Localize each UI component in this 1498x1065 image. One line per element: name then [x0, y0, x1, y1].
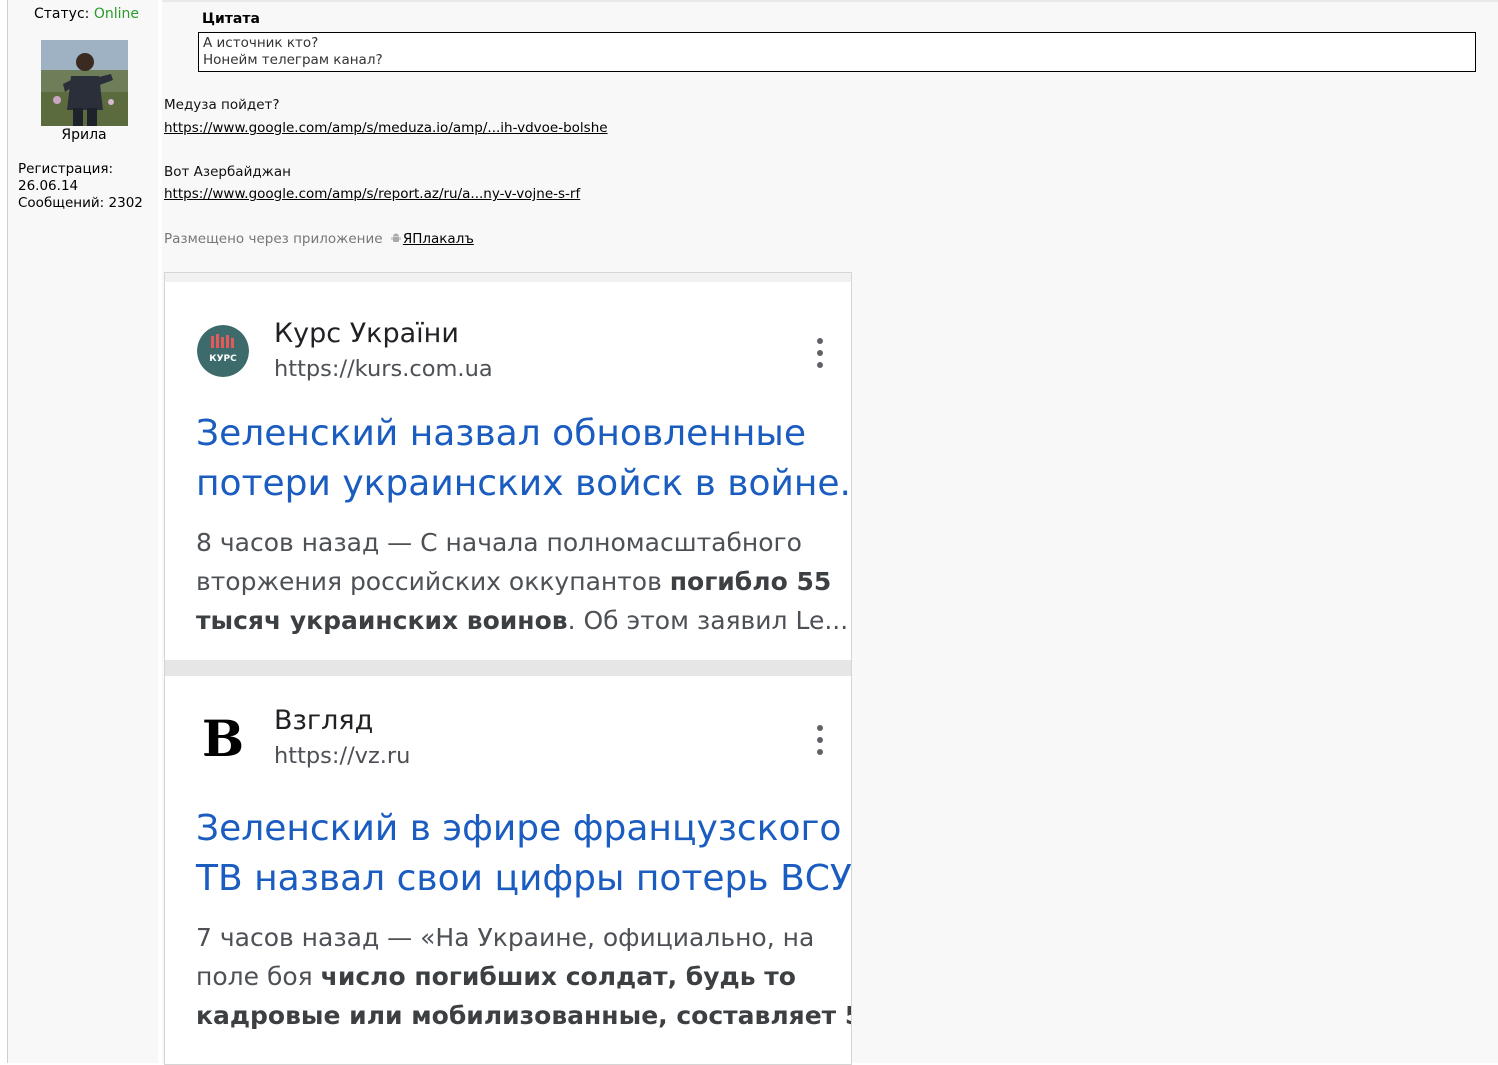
more-vert-icon	[815, 338, 825, 368]
username[interactable]: Ярила	[8, 127, 160, 143]
attached-screenshot[interactable]: КУРС Курс України https://kurs.com.ua Зе…	[164, 272, 852, 1065]
quote-line: А источник кто?	[203, 35, 319, 51]
search-result-card: КУРС Курс України https://kurs.com.ua Зе…	[165, 282, 851, 660]
post-text: Вот Азербайджан	[164, 164, 291, 180]
snippet-line: 8 часов назад — С начала полномасштабног…	[196, 528, 802, 557]
snippet-bold: погибло 55	[669, 567, 832, 596]
meduza-link[interactable]: https://www.google.com/amp/s/meduza.io/a…	[164, 120, 608, 136]
user-sidebar	[8, 0, 158, 1063]
messages-count: 2302	[108, 195, 143, 211]
snippet-text: . Об этом заявил Le...	[567, 606, 849, 635]
headline-line: Зеленский в эфире французского	[196, 808, 842, 849]
snippet-line: тысяч украинских воинов. Об этом заявил …	[196, 601, 848, 640]
snippet-bold: кадровые или мобилизованные, составляет …	[196, 1001, 852, 1030]
user-status: Статус: Online	[34, 6, 139, 22]
result-snippet: 8 часов назад — С начала полномасштабног…	[196, 523, 848, 640]
avatar[interactable]	[41, 40, 128, 126]
result-site-url: https://vz.ru	[274, 743, 411, 769]
result-headline: Зеленский в эфире французского ТВ назвал…	[196, 804, 852, 904]
app-link[interactable]: ЯПлакалъ	[403, 231, 474, 247]
quote-box: А источник кто? Нонейм телеграм канал?	[198, 32, 1476, 72]
snippet-bold: число погибших солдат, будь то	[320, 962, 796, 991]
snippet-line: поле боя число погибших солдат, будь то	[196, 957, 836, 996]
snippet-line: 7 часов назад — «На Украине, официально,…	[196, 923, 815, 952]
quote-title: Цитата	[202, 11, 260, 27]
headline-line: потери украинских войск в войне...	[196, 463, 852, 504]
snippet-text: вторжения российских оккупантов	[196, 567, 670, 596]
posted-via-label: Размещено через приложение	[164, 231, 383, 247]
post-text: Медуза пойдет?	[164, 97, 280, 113]
vzglyad-logo-text: B	[202, 711, 244, 763]
result-headline: Зеленский назвал обновленные потери укра…	[196, 409, 852, 509]
report-az-link[interactable]: https://www.google.com/amp/s/report.az/r…	[164, 186, 580, 202]
status-label: Статус:	[34, 6, 90, 22]
result-site-name: Взгляд	[274, 705, 374, 736]
snippet-line: кадровые или мобилизованные, составляет …	[196, 996, 851, 1035]
snippet-bold: тысяч украинских воинов	[196, 606, 568, 635]
vzglyad-logo-icon: B	[197, 711, 249, 763]
messages-count-row: Сообщений: 2302	[18, 195, 143, 212]
status-value: Online	[93, 6, 139, 22]
messages-label: Сообщений:	[18, 195, 105, 211]
headline-line: Зеленский назвал обновленные	[196, 413, 806, 454]
headline-line: ТВ назвал свои цифры потерь ВСУ	[196, 858, 852, 899]
kurs-logo-icon: КУРС	[197, 325, 249, 377]
posted-via: Размещено через приложение ЯПлакалъ	[164, 231, 474, 247]
result-site-url: https://kurs.com.ua	[274, 356, 493, 382]
registration-date: 26.06.14	[18, 178, 79, 194]
card-separator	[165, 660, 851, 676]
android-icon	[390, 232, 402, 244]
result-site-name: Курс України	[274, 318, 459, 349]
snippet-line: вторжения российских оккупантов погибло …	[196, 562, 836, 601]
avatar-image	[41, 40, 128, 126]
search-result-card: B Взгляд https://vz.ru Зеленский в эфире…	[165, 676, 851, 1064]
snippet-text: поле боя	[196, 962, 321, 991]
more-vert-icon	[815, 725, 825, 755]
registration-label: Регистрация:	[18, 161, 114, 177]
post-link[interactable]: https://www.google.com/amp/s/report.az/r…	[164, 186, 580, 202]
user-info: Регистрация: 26.06.14 Сообщений: 2302	[18, 161, 143, 212]
result-snippet: 7 часов назад — «На Украине, официально,…	[196, 918, 851, 1035]
quote-line: Нонейм телеграм канал?	[203, 52, 383, 68]
top-divider	[162, 0, 1498, 2]
kurs-logo-text: КУРС	[209, 354, 237, 364]
post-link[interactable]: https://www.google.com/amp/s/meduza.io/a…	[164, 120, 608, 136]
